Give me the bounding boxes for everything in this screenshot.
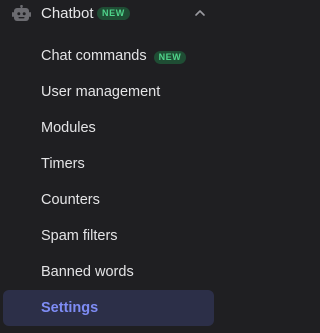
menu-item-counters[interactable]: Counters xyxy=(0,182,217,218)
menu-item-label: Timers xyxy=(41,156,85,172)
robot-icon xyxy=(12,5,31,23)
new-badge: NEW xyxy=(153,50,187,64)
sidebar-nav: Chatbot NEW Chat commands NEW User manag… xyxy=(0,0,217,333)
menu-item-user-management[interactable]: User management xyxy=(0,74,217,110)
menu-item-label: Banned words xyxy=(41,264,134,280)
menu-item-settings[interactable]: Settings xyxy=(3,290,214,326)
menu-item-label: Spam filters xyxy=(41,228,118,244)
menu-item-modules[interactable]: Modules xyxy=(0,110,217,146)
menu-item-label: Modules xyxy=(41,120,96,136)
menu-item-label: Counters xyxy=(41,192,100,208)
menu-item-label: User management xyxy=(41,84,161,100)
menu-item-spam-filters[interactable]: Spam filters xyxy=(0,218,217,254)
menu-item-label: Chat commands xyxy=(41,48,147,64)
chatbot-submenu: Chat commands NEW User management Module… xyxy=(0,38,217,326)
menu-item-label: Settings xyxy=(41,300,99,316)
new-badge: NEW xyxy=(97,7,130,20)
menu-item-banned-words[interactable]: Banned words xyxy=(0,254,217,290)
menu-item-timers[interactable]: Timers xyxy=(0,146,217,182)
menu-item-chat-commands[interactable]: Chat commands NEW xyxy=(0,38,217,74)
chatbot-section-header[interactable]: Chatbot NEW xyxy=(0,0,217,28)
chevron-up-icon[interactable] xyxy=(194,8,206,18)
section-title: Chatbot xyxy=(41,5,94,22)
